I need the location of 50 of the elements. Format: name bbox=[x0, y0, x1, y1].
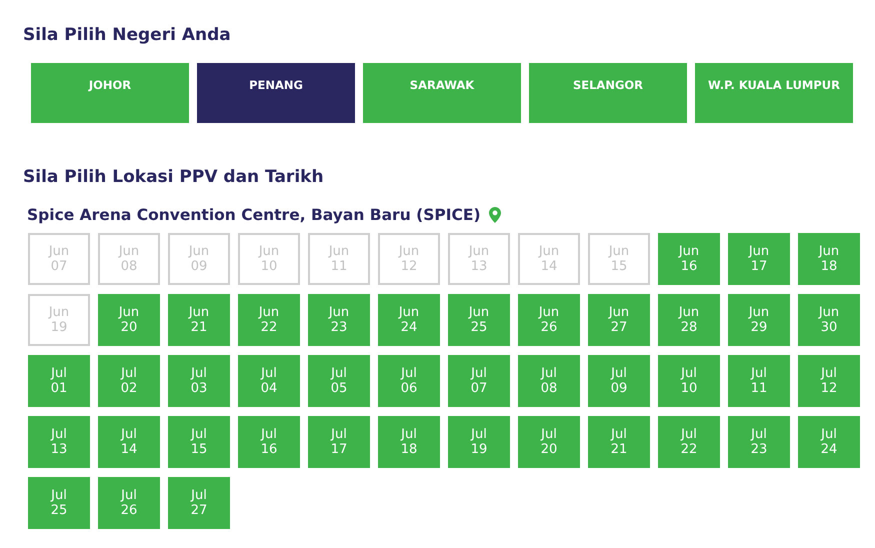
date-button[interactable]: Jul 26 bbox=[98, 477, 160, 529]
date-button[interactable]: Jul 09 bbox=[588, 355, 650, 407]
state-button[interactable]: SELANGOR bbox=[529, 63, 687, 123]
date-button[interactable]: Jul 03 bbox=[168, 355, 230, 407]
date-button[interactable]: Jul 24 bbox=[798, 416, 860, 468]
date-button[interactable]: Jul 02 bbox=[98, 355, 160, 407]
date-button[interactable]: Jul 01 bbox=[28, 355, 90, 407]
state-button[interactable]: W.P. KUALA LUMPUR bbox=[695, 63, 853, 123]
date-button[interactable]: Jun 27 bbox=[588, 294, 650, 346]
date-button[interactable]: Jul 18 bbox=[378, 416, 440, 468]
date-button[interactable]: Jul 15 bbox=[168, 416, 230, 468]
date-button[interactable]: Jul 11 bbox=[728, 355, 790, 407]
section-heading: Sila Pilih Negeri Anda bbox=[23, 24, 232, 46]
date-button[interactable]: Jun 23 bbox=[308, 294, 370, 346]
map-pin-icon bbox=[488, 207, 501, 223]
date-button[interactable]: Jul 22 bbox=[658, 416, 720, 468]
date-button[interactable]: Jun 28 bbox=[658, 294, 720, 346]
date-button[interactable]: Jul 12 bbox=[798, 355, 860, 407]
date-button[interactable]: Jul 13 bbox=[28, 416, 90, 468]
date-button[interactable]: Jul 14 bbox=[98, 416, 160, 468]
date-button[interactable]: Jun 20 bbox=[98, 294, 160, 346]
date-button[interactable]: Jun 30 bbox=[798, 294, 860, 346]
location-name: Spice Arena Convention Centre, Bayan Baru (SPICE) bbox=[27, 205, 481, 225]
section-heading: Sila Pilih Lokasi PPV dan Tarikh bbox=[23, 166, 325, 188]
date-button[interactable]: Jul 08 bbox=[518, 355, 580, 407]
date-button[interactable]: Jul 07 bbox=[448, 355, 510, 407]
date-button[interactable]: Jun 24 bbox=[378, 294, 440, 346]
date-button[interactable]: Jun 29 bbox=[728, 294, 790, 346]
date-button[interactable]: Jul 23 bbox=[728, 416, 790, 468]
date-button[interactable]: Jun 16 bbox=[658, 233, 720, 285]
date-button[interactable]: Jul 06 bbox=[378, 355, 440, 407]
date-button[interactable]: Jul 21 bbox=[588, 416, 650, 468]
date-button[interactable]: Jun 25 bbox=[448, 294, 510, 346]
date-button[interactable]: Jul 20 bbox=[518, 416, 580, 468]
state-button[interactable]: PENANG bbox=[197, 63, 355, 123]
date-button[interactable]: Jun 18 bbox=[798, 233, 860, 285]
date-button[interactable]: Jul 17 bbox=[308, 416, 370, 468]
date-button[interactable]: Jul 27 bbox=[168, 477, 230, 529]
date-button[interactable]: Jun 22 bbox=[238, 294, 300, 346]
date-button[interactable]: Jul 04 bbox=[238, 355, 300, 407]
date-button[interactable]: Jul 19 bbox=[448, 416, 510, 468]
date-button[interactable]: Jul 16 bbox=[238, 416, 300, 468]
state-button[interactable]: SARAWAK bbox=[363, 63, 521, 123]
date-button[interactable]: Jul 10 bbox=[658, 355, 720, 407]
date-button[interactable]: Jun 17 bbox=[728, 233, 790, 285]
date-button[interactable]: Jul 25 bbox=[28, 477, 90, 529]
date-button[interactable]: Jun 26 bbox=[518, 294, 580, 346]
state-button[interactable]: JOHOR bbox=[31, 63, 189, 123]
date-button[interactable]: Jul 05 bbox=[308, 355, 370, 407]
date-button[interactable]: Jun 21 bbox=[168, 294, 230, 346]
